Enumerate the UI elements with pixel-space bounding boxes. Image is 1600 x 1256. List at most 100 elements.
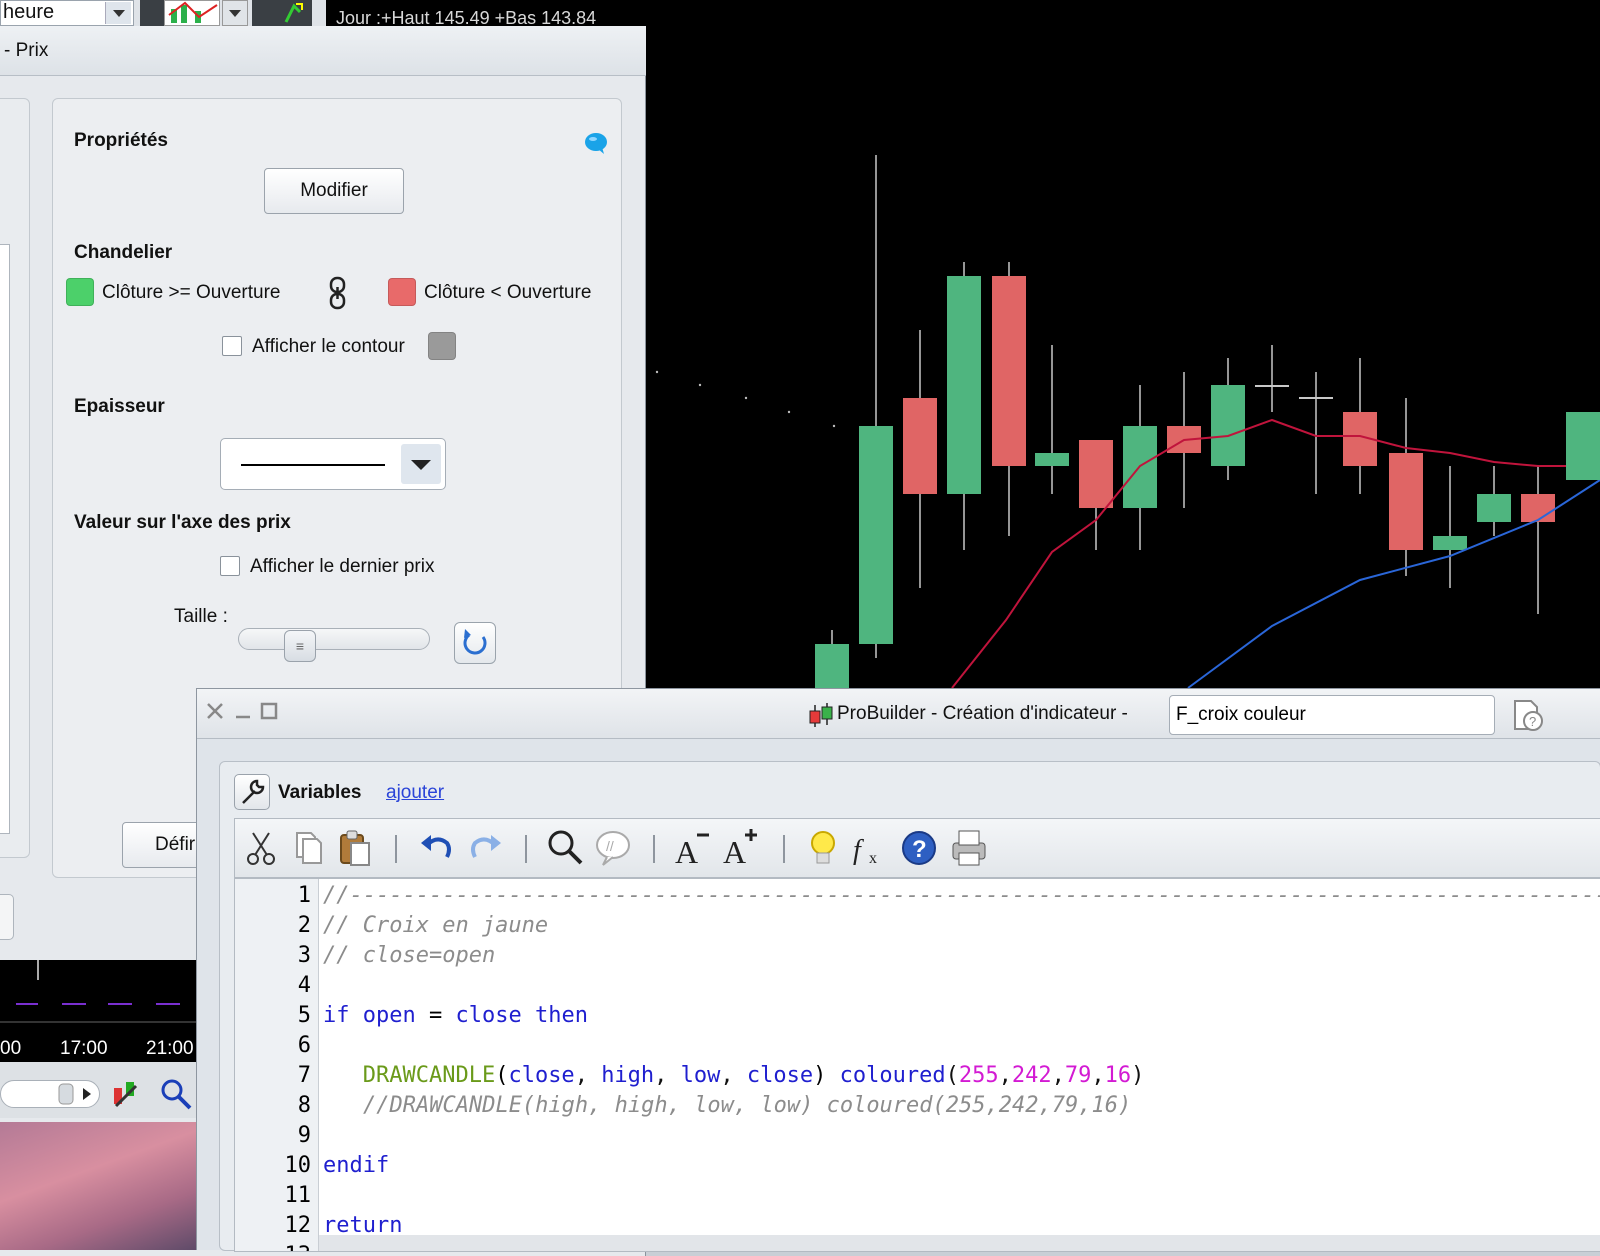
lightbulb-icon[interactable]: [803, 827, 843, 869]
probuilder-logo-icon: [807, 701, 835, 734]
section-thickness: Epaisseur: [74, 396, 165, 417]
down-color-swatch[interactable]: [388, 278, 416, 306]
minimize-icon[interactable]: [233, 701, 253, 726]
settings-list[interactable]: [0, 244, 10, 834]
chevron-down-icon[interactable]: [105, 2, 131, 24]
up-color-label: Clôture >= Ouverture: [102, 282, 281, 303]
number: 79: [1064, 1063, 1092, 1088]
function-icon[interactable]: fx: [849, 827, 889, 869]
info-bubble-icon[interactable]: [584, 132, 608, 159]
wrench-icon[interactable]: [110, 1078, 142, 1115]
svg-text:f: f: [853, 835, 864, 866]
refresh-icon: [463, 629, 487, 655]
line-number: 7: [297, 1063, 311, 1088]
line-number: 5: [297, 1003, 311, 1028]
candle-up: [815, 644, 849, 690]
svg-text:?: ?: [1529, 714, 1536, 729]
size-slider[interactable]: [238, 628, 430, 650]
variables-button[interactable]: [234, 774, 270, 810]
function-name: DRAWCANDLE: [362, 1063, 496, 1088]
chart-style-icon[interactable]: [164, 0, 220, 26]
last-price-label: Afficher le dernier prix: [250, 556, 435, 577]
chart-dot: [832, 424, 836, 428]
code-editor[interactable]: 1 2 3 4 5 6 7 8 9 10 11 12 13 //--------…: [234, 878, 1600, 1252]
redo-icon[interactable]: [465, 827, 505, 869]
outline-color-swatch[interactable]: [428, 332, 456, 360]
timeframe-select[interactable]: heure: [0, 0, 134, 26]
section-properties: Propriétés: [74, 130, 168, 151]
punctuation: ): [813, 1063, 840, 1088]
svg-text:x: x: [869, 850, 877, 867]
candle-down: [903, 398, 937, 494]
keyword: close: [508, 1063, 575, 1088]
up-color-swatch[interactable]: [66, 278, 94, 306]
code-line-7: DRAWCANDLE(close, high, low, close) colo…: [362, 1063, 1145, 1088]
toolbar-separator: [395, 835, 397, 863]
copy-icon[interactable]: [289, 827, 329, 869]
svg-text://: //: [606, 838, 614, 854]
zoom-icon[interactable]: [158, 1076, 194, 1117]
help-document-icon[interactable]: ?: [1509, 697, 1545, 733]
size-slider-thumb[interactable]: ≡: [284, 630, 316, 662]
variables-label: Variables: [278, 782, 362, 803]
close-icon[interactable]: [205, 701, 225, 726]
toolbar-button[interactable]: [140, 0, 166, 26]
candle-down: [1079, 440, 1113, 508]
keyword: if: [323, 1003, 350, 1028]
horizontal-scrollbar[interactable]: [0, 1080, 100, 1108]
svg-text:A: A: [675, 834, 698, 869]
horizontal-scrollbar[interactable]: [319, 1235, 1600, 1251]
line-number: 2: [297, 913, 311, 938]
code-line-10: endif: [323, 1153, 390, 1178]
toolbar-button[interactable]: [252, 0, 312, 26]
candle-up: [947, 276, 981, 494]
increase-font-icon[interactable]: A: [721, 827, 761, 870]
keyword: low: [680, 1063, 721, 1088]
number: 16: [1104, 1063, 1132, 1088]
probuilder-window: ProBuilder - Création d'indicateur - ? V…: [196, 688, 1600, 1252]
size-label: Taille :: [174, 606, 228, 627]
last-price-checkbox[interactable]: [220, 556, 240, 576]
comment-icon[interactable]: //: [593, 827, 633, 869]
help-icon[interactable]: ?: [899, 827, 939, 869]
keyword: close: [455, 1003, 522, 1028]
outline-checkbox[interactable]: [222, 336, 242, 356]
timeframe-value: heure: [3, 1, 55, 23]
chart-dot: [698, 383, 702, 387]
paste-icon[interactable]: [335, 827, 375, 869]
background-image: [0, 1122, 200, 1250]
print-icon[interactable]: [949, 827, 989, 869]
svg-text:A: A: [723, 834, 746, 869]
maximize-icon[interactable]: [259, 701, 279, 726]
line-number: 13: [235, 1243, 312, 1251]
search-icon[interactable]: [545, 827, 585, 869]
line-number: 8: [297, 1093, 311, 1118]
operator: =: [415, 1003, 456, 1028]
line-number: 4: [297, 973, 311, 998]
line-thickness-preview: [241, 464, 385, 466]
outline-label: Afficher le contour: [252, 336, 405, 357]
editor-toolbar: // A A fx ?: [234, 818, 1600, 878]
undo-icon[interactable]: [417, 827, 457, 869]
dialog-titlebar: - Prix: [0, 26, 646, 76]
list-button[interactable]: [0, 894, 14, 940]
line-number: 10: [284, 1153, 312, 1178]
chevron-down-icon[interactable]: [222, 0, 248, 26]
code-line-2: // Croix en jaune: [323, 913, 549, 938]
window-title: ProBuilder - Création d'indicateur -: [837, 703, 1128, 724]
line-number-gutter: 1 2 3 4 5 6 7 8 9 10 11 12 13: [235, 879, 319, 1251]
chevron-down-icon[interactable]: [401, 444, 441, 484]
thickness-select[interactable]: [220, 438, 446, 490]
scissors-icon[interactable]: [241, 827, 281, 869]
add-variable-link[interactable]: ajouter: [386, 782, 444, 804]
modify-button[interactable]: Modifier: [264, 168, 404, 214]
keyword: close: [746, 1063, 814, 1088]
toolbar-separator: [783, 835, 785, 863]
decrease-font-icon[interactable]: A: [673, 827, 713, 870]
candle-down: [1389, 453, 1423, 550]
window-titlebar: ProBuilder - Création d'indicateur - ?: [197, 689, 1600, 739]
link-icon[interactable]: [326, 276, 350, 315]
indicator-name-input[interactable]: [1169, 695, 1495, 735]
reset-button[interactable]: [454, 622, 496, 664]
code-line-8: //DRAWCANDLE(high, high, low, low) colou…: [363, 1093, 1132, 1118]
